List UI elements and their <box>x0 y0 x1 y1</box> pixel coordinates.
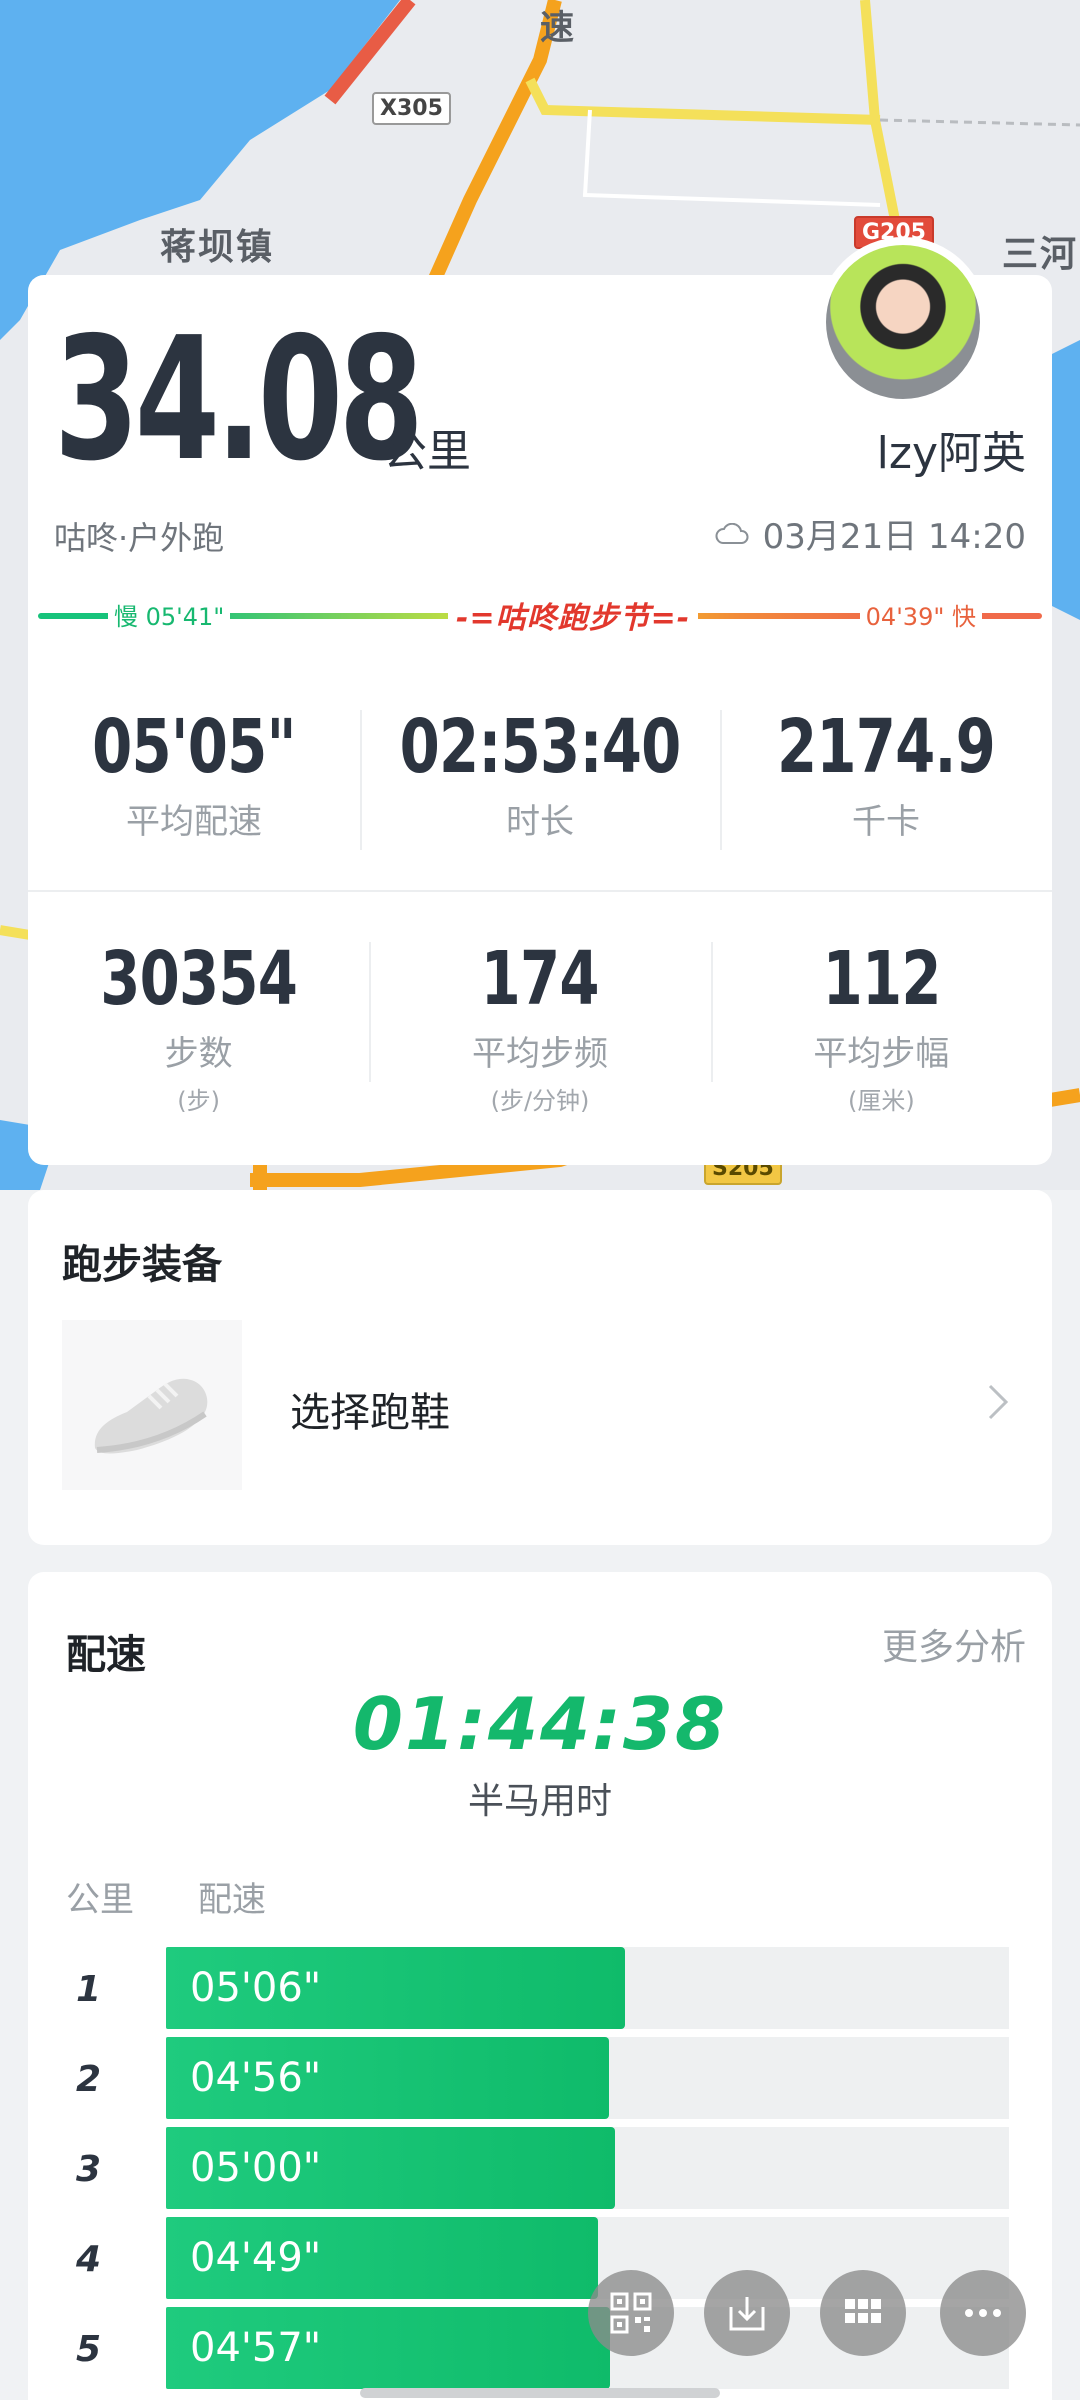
split-km: 4 <box>76 2239 102 2280</box>
pace-slowest: 慢 05'41" <box>108 597 231 632</box>
stat-stride: 112 平均步幅 (厘米) <box>710 892 1052 1120</box>
stat-steps: 30354 步数 (步) <box>28 892 369 1120</box>
half-marathon-time: 01:44:38 <box>352 1682 728 1766</box>
split-pace: 04'56" <box>190 2055 322 2101</box>
road-badge-x305: X305 <box>372 92 451 125</box>
split-km: 5 <box>76 2329 102 2370</box>
stat-cadence: 174 平均步频 (步/分钟) <box>369 892 710 1120</box>
summary-card: 34.08 公里 lzy阿英 咕咚·户外跑 03月21日 14:20 慢 05'… <box>28 237 1052 1165</box>
split-km: 1 <box>76 1969 102 2010</box>
grid-icon <box>845 2299 881 2323</box>
split-bar: 04'49" <box>166 2217 598 2299</box>
stat-label: 千卡 <box>852 802 921 842</box>
avatar-image <box>826 245 980 399</box>
stat-label: 步数 <box>164 1034 233 1074</box>
map-label-sanhe: 三河 <box>1002 234 1079 275</box>
festival-label: -=咕咚跑步节=- <box>448 593 699 637</box>
select-shoe-label[interactable]: 选择跑鞋 <box>290 1380 450 1438</box>
stat-value: 02:53:40 <box>399 704 682 790</box>
stat-label: 平均步频 <box>471 1034 608 1074</box>
activity-type: 咕咚·户外跑 <box>54 519 225 557</box>
stat-value: 112 <box>822 936 941 1022</box>
chevron-right-icon[interactable] <box>986 1382 1012 1422</box>
map-label-jiangba: 蒋坝镇 <box>160 227 275 268</box>
run-detail-page: 速 蒋坝镇 三河 X305 G205 S205 34.08 公里 lzy阿英 咕… <box>0 0 1080 2400</box>
equipment-title: 跑步装备 <box>62 1242 222 1288</box>
stat-duration: 02:53:40 时长 <box>359 660 720 890</box>
distance-unit: 公里 <box>383 426 471 477</box>
map-label-road: 速 <box>540 8 576 48</box>
stat-value: 174 <box>480 936 600 1022</box>
more-button[interactable] <box>940 2270 1026 2356</box>
download-icon <box>729 2297 765 2331</box>
split-pace: 05'00" <box>190 2145 322 2191</box>
activity-datetime: 03月21日 14:20 <box>715 509 1026 558</box>
stat-unit: (厘米) <box>847 1087 915 1115</box>
qrcode-button[interactable] <box>588 2270 674 2356</box>
split-row: 2 04'56" <box>28 2037 1052 2127</box>
distance-value: 34.08 <box>54 301 424 499</box>
split-row: 1 05'06" <box>28 1947 1052 2037</box>
stats-row-secondary: 30354 步数 (步) 174 平均步频 (步/分钟) 112 平均步幅 (厘… <box>28 890 1052 1120</box>
stat-label: 平均配速 <box>125 802 262 842</box>
stat-label: 平均步幅 <box>813 1034 950 1074</box>
split-track: 05'06" <box>166 1947 1009 2029</box>
shoe-icon <box>94 1378 208 1454</box>
cloud-icon <box>715 522 749 544</box>
pace-fastest: 04'39" 快 <box>859 597 982 632</box>
stat-value: 05'05" <box>92 704 296 790</box>
split-bar: 05'06" <box>166 1947 626 2029</box>
grid-button[interactable] <box>820 2270 906 2356</box>
stat-unit: (步) <box>177 1087 221 1115</box>
stats-grid: 05'05" 平均配速 02:53:40 时长 2174.9 千卡 30354 … <box>28 660 1052 1120</box>
pace-card: 配速 更多分析 01:44:38 半马用时 公里 配速 1 05'06" 2 04'5… <box>28 1572 1052 2400</box>
split-row: 3 05'00" <box>28 2127 1052 2217</box>
stat-calories: 2174.9 千卡 <box>720 660 1052 890</box>
split-pace: 04'49" <box>190 2235 322 2281</box>
split-track: 05'00" <box>166 2127 1009 2209</box>
split-track: 04'56" <box>166 2037 1009 2119</box>
stat-label: 时长 <box>506 802 574 842</box>
pace-range-bar: 慢 05'41" -=咕咚跑步节=- 04'39" 快 <box>38 593 1042 637</box>
home-indicator[interactable] <box>360 2388 720 2398</box>
datetime-text: 03月21日 14:20 <box>762 517 1026 557</box>
stat-avg-pace: 05'05" 平均配速 <box>28 660 360 890</box>
stat-value: 30354 <box>100 936 298 1022</box>
shoe-thumbnail[interactable] <box>62 1320 242 1490</box>
split-pace: 05'06" <box>190 1965 322 2011</box>
avatar[interactable] <box>818 237 988 407</box>
more-analysis-link[interactable]: 更多分析 <box>882 1618 1026 1670</box>
split-km: 3 <box>76 2149 102 2190</box>
split-km: 2 <box>76 2059 102 2100</box>
half-marathon-label: 半马用时 <box>467 1781 612 1822</box>
equipment-card: 跑步装备 选择跑鞋 <box>28 1190 1052 1545</box>
download-button[interactable] <box>704 2270 790 2356</box>
stats-row-primary: 05'05" 平均配速 02:53:40 时长 2174.9 千卡 <box>28 660 1052 890</box>
split-bar: 05'00" <box>166 2127 616 2209</box>
username[interactable]: lzy阿英 <box>877 417 1026 481</box>
split-bar: 04'57" <box>166 2307 611 2389</box>
stat-value: 2174.9 <box>777 704 996 790</box>
pace-title: 配速 <box>66 1632 146 1678</box>
split-bar: 04'56" <box>166 2037 610 2119</box>
qrcode-icon <box>610 2292 652 2334</box>
column-header-km: 公里 <box>66 1880 134 1920</box>
more-icon <box>965 2309 1001 2317</box>
split-pace: 04'57" <box>190 2325 322 2371</box>
stat-unit: (步/分钟) <box>490 1087 590 1115</box>
column-header-pace: 配速 <box>198 1880 266 1920</box>
